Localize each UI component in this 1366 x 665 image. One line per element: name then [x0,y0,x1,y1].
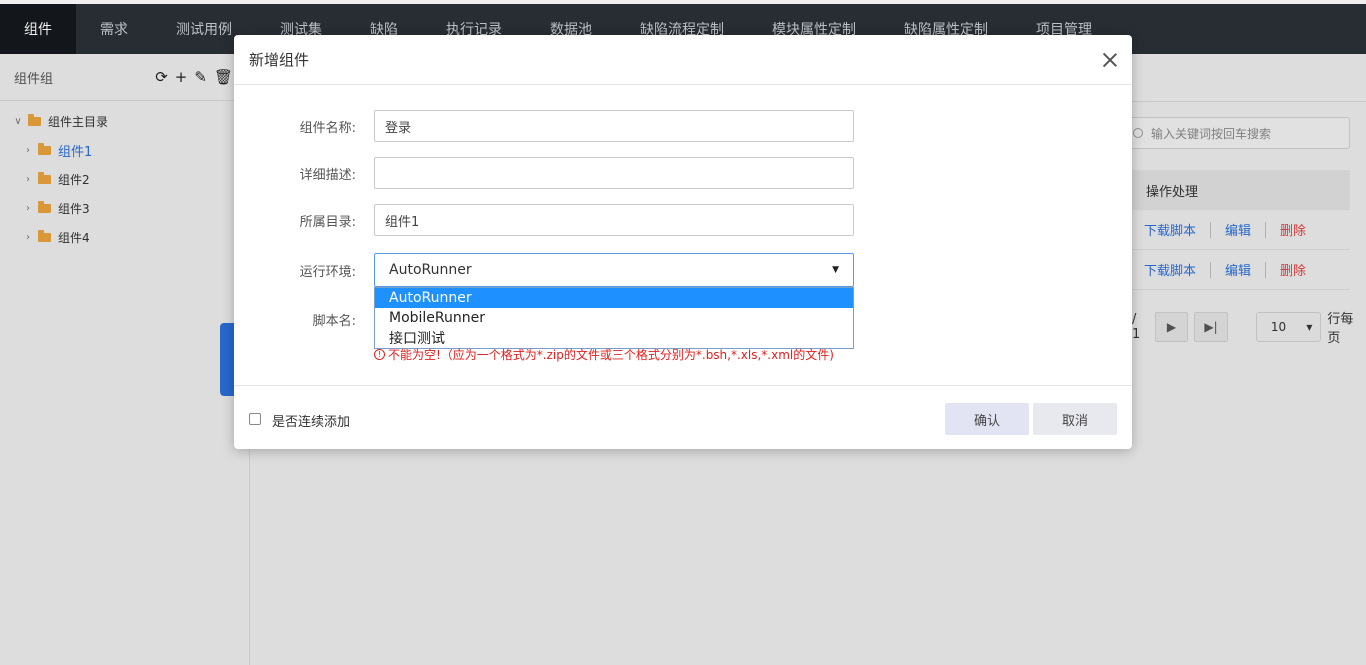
environment-option[interactable]: 接口测试 [375,328,853,348]
environment-value: AutoRunner [389,262,472,278]
confirm-button[interactable]: 确认 [945,403,1029,435]
directory-field[interactable]: 组件1 [374,204,854,236]
dialog-footer: 是否连续添加 确认 取消 [234,385,1132,449]
description-field[interactable] [374,157,854,189]
continue-add-checkbox[interactable] [249,413,261,425]
name-label: 组件名称: [299,120,356,136]
cancel-button[interactable]: 取消 [1033,403,1117,435]
dialog-title: 新增组件 [249,51,310,69]
environment-option[interactable]: AutoRunner [375,288,853,308]
warning-icon: ! [374,349,385,360]
directory-row: 所属目录: [234,204,356,236]
environment-row: 运行环境: [234,253,356,287]
add-component-dialog: 新增组件 组件名称: 登录 详细描述: 所属目录: 组件1 运行环境: Auto… [234,35,1132,449]
script-label: 脚本名: [312,313,356,329]
environment-dropdown: AutoRunner MobileRunner 接口测试 [374,287,854,349]
environment-select[interactable]: AutoRunner ▼ [374,253,854,287]
script-error-message: ! 不能为空!（应为一个格式为*.zip的文件或三个格式分别为*.bsh,*.x… [374,346,834,363]
dialog-header: 新增组件 [234,35,1132,85]
name-row: 组件名称: [234,110,356,142]
name-field[interactable]: 登录 [374,110,854,142]
continue-add-label: 是否连续添加 [272,415,351,430]
script-row: 脚本名: [234,307,356,331]
description-row: 详细描述: [234,157,356,189]
directory-label: 所属目录: [299,214,356,230]
description-label: 详细描述: [299,167,356,183]
environment-option[interactable]: MobileRunner [375,308,853,328]
chevron-down-icon: ▼ [832,265,839,275]
close-icon[interactable] [1102,52,1118,68]
error-text: 不能为空!（应为一个格式为*.zip的文件或三个格式分别为*.bsh,*.xls… [388,348,834,362]
environment-label: 运行环境: [299,264,356,280]
